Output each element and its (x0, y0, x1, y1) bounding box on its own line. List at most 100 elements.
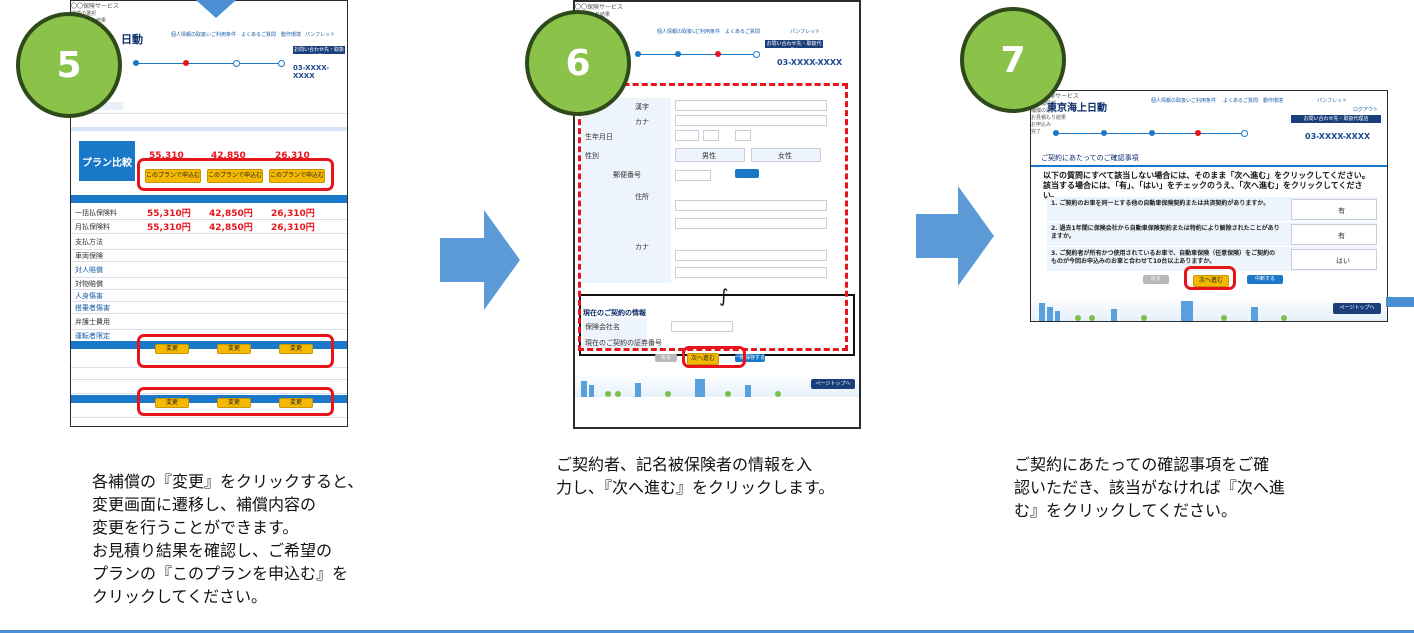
contact-phone[interactable]: 03-XXXX-XXXX (1305, 132, 1370, 141)
building (635, 383, 641, 397)
header-link[interactable]: 個人情報の取扱い (657, 28, 697, 35)
progress-dot (1241, 130, 1248, 137)
contact-phone[interactable]: 03-XXXX-XXXX (777, 58, 842, 67)
progress-line (1053, 133, 1243, 134)
row-label: 搭乗者傷害 (75, 304, 110, 312)
progress-label: お申込み (575, 18, 859, 25)
tree (665, 391, 671, 397)
header-link[interactable]: よくあるご質問 (241, 31, 276, 38)
row-value: 55,310円 (147, 223, 191, 233)
option-checkbox[interactable]: 有 (1291, 224, 1377, 245)
header-link[interactable]: 個人情報の取扱い (1151, 97, 1191, 104)
step-number-5: 5 (16, 12, 122, 118)
plan-compare-header: プラン比較 (79, 141, 135, 181)
highlight-change-buttons (137, 387, 334, 416)
question-text: 1. ご契約のお車を同一とする他の自動車保険契約または共済契約がありますか。 (1051, 200, 1270, 207)
question-row: 2. 過去1年間に保険会社から自動車保険契約または特約により解除されたことがあり… (1047, 222, 1377, 247)
row-value: 42,850円 (209, 223, 253, 233)
header-link[interactable]: ご利用条件 (695, 28, 720, 35)
header-link[interactable]: 個人情報の取扱い (171, 31, 211, 38)
header-link[interactable]: パンフレット (305, 31, 335, 38)
info-row (71, 99, 347, 114)
step-number-6: 6 (525, 10, 631, 116)
step5-caption: 各補償の『変更』をクリックすると、 変更画面に遷移し、補償内容の 変更を行うこと… (92, 472, 364, 606)
row-label: 対人賠償 (75, 266, 103, 274)
option-label: はい (1336, 257, 1350, 265)
contact-header: お問い合わせ先・取扱代理店 (293, 46, 345, 60)
building (1251, 307, 1258, 321)
tree (1141, 315, 1147, 321)
progress-line (133, 63, 283, 64)
row-label: 弁護士費用 (75, 318, 110, 326)
row-label: 一括払保険料 (75, 209, 117, 217)
progress-dot (133, 60, 139, 66)
tree (1089, 315, 1095, 321)
highlight-apply-buttons (137, 158, 334, 191)
back-button[interactable]: 戻る (1143, 275, 1169, 284)
row-value: 42,850円 (209, 209, 253, 219)
header-link[interactable]: よくあるご質問 (1223, 97, 1258, 104)
tree (1075, 315, 1081, 321)
progress-dot (1149, 130, 1155, 136)
progress-dot-current (715, 51, 721, 57)
header-link[interactable]: ログアウト (1353, 106, 1378, 113)
tree (1221, 315, 1227, 321)
header-link[interactable]: ご利用条件 (1191, 97, 1216, 104)
city-footer: ページトップへ (575, 373, 859, 397)
progress-label: お見積もり結果 (71, 17, 347, 24)
progress-dot (675, 51, 681, 57)
building (589, 385, 594, 397)
contact-header: お問い合わせ先・取扱代理店 (765, 40, 823, 54)
page-top-button[interactable]: ページトップへ (1333, 303, 1381, 314)
question-text: 3. ご契約者が所有かつ使用されているお車で、自動車保険（任意保険）をご契約のも… (1051, 250, 1276, 265)
step-number-7: 7 (960, 7, 1066, 113)
table-row: 月払保険料 55,310円 42,850円 26,310円 (71, 219, 347, 234)
building (1039, 303, 1045, 321)
info-row (71, 113, 347, 128)
contact-phone[interactable]: 03-XXXX-XXXX (293, 64, 347, 80)
progress-label: お見積もり結果 (575, 11, 859, 18)
logo-text: 日動 (121, 33, 143, 46)
table-row: 支払方法 (71, 233, 347, 250)
step7-caption: ご契約にあたっての確認事項をご確 認いただき、該当がなければ『次へ進 む』をクリ… (1014, 455, 1285, 520)
suspend-button[interactable]: 中断する (1247, 275, 1283, 284)
question-row: 1. ご契約のお車を同一とする他の自動車保険契約または共済契約がありますか。 有 (1047, 197, 1377, 222)
progress-dot (1101, 130, 1107, 136)
back-button[interactable]: 戻る (655, 354, 677, 362)
building (1047, 307, 1053, 321)
progress-dot (635, 51, 641, 57)
tree (605, 391, 611, 397)
row-value: 26,310円 (271, 223, 315, 233)
row-label: 運転者限定 (75, 332, 110, 340)
question-text: 2. 過去1年間に保険会社から自動車保険契約または特約により解除されたことがあり… (1051, 225, 1280, 240)
row-label: 支払方法 (75, 238, 103, 246)
header-link[interactable]: よくあるご質問 (725, 28, 760, 35)
city-footer: ページトップへ (1031, 295, 1387, 321)
next-step-arrow (440, 210, 520, 310)
header-link[interactable]: 動作環境 (281, 31, 301, 38)
row-label: 車両保険 (75, 252, 103, 260)
progress-dot (753, 51, 760, 58)
table-row: 弁護士費用 (71, 313, 347, 330)
building (1055, 311, 1060, 321)
building (695, 379, 705, 397)
row-label: 月払保険料 (75, 223, 110, 231)
section-bar (71, 195, 347, 203)
header-link[interactable]: パンフレット (1317, 97, 1347, 104)
option-checkbox[interactable]: 有 (1291, 199, 1377, 220)
progress-dot (1053, 130, 1059, 136)
tree (725, 391, 731, 397)
option-checkbox[interactable]: はい (1291, 249, 1377, 270)
header-link[interactable]: パンフレット (790, 28, 820, 35)
page-top-button[interactable]: ページトップへ (811, 379, 855, 389)
header-link[interactable]: 動作環境 (1263, 97, 1283, 104)
header-link[interactable]: ご利用条件 (211, 31, 236, 38)
progress-dot (278, 60, 285, 67)
progress-dot (233, 60, 240, 67)
building (1181, 301, 1193, 321)
row-label: 対物賠償 (75, 280, 103, 288)
contact-header: お問い合わせ先・取扱代理店 (1291, 115, 1381, 123)
tree (615, 391, 621, 397)
highlight-next-button (682, 346, 746, 368)
table-row: 対人賠償 (71, 261, 347, 278)
